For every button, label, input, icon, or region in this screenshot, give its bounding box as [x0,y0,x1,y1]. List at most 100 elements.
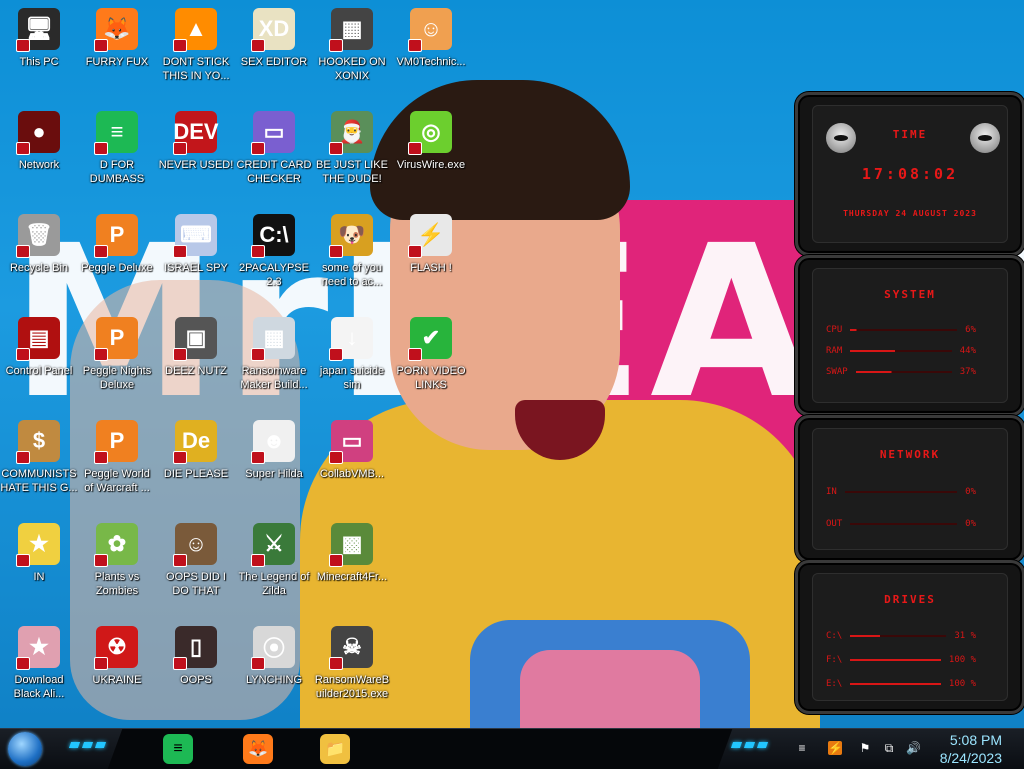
desktop-icon-collabvm[interactable]: ▭ CollabVMB... [313,416,391,516]
shortcut-badge-icon [251,348,265,361]
start-button[interactable] [8,732,42,766]
wallpaper-shirt-art2 [520,650,700,730]
desktop-icon-label: PORN VIDEO LINKS [396,365,466,391]
desktop-icon-peggle-world-of-warcraft[interactable]: P Peggle World of Warcraft ... [78,416,156,516]
desktop-icon-label: Plants vs Zombies [94,571,140,597]
desktop-icon-the-legend-of-zilda[interactable]: ⚔ The Legend of Zilda [235,519,313,619]
desktop-icon-label: 2PACALYPSE 2.3 [239,262,309,288]
desktop-icon-network[interactable]: ● Network [0,107,78,207]
desktop-icon-label: DIE PLEASE [163,468,229,480]
2pacalypse-icon: C:\ [251,214,295,258]
row-bar [855,371,952,373]
desktop-icon-label: Control Panel [5,365,73,377]
desktop-icon-peggle-nights-deluxe[interactable]: P Peggle Nights Deluxe [78,313,156,413]
desktop-icon-flash[interactable]: ⚡ FLASH ! [392,210,470,310]
shortcut-badge-icon [94,245,108,258]
shortcut-badge-icon [408,348,422,361]
desktop-icon-sex-editor[interactable]: XD SEX EDITOR [235,4,313,104]
desktop-icon-label: SEX EDITOR [240,56,308,68]
desktop-icon-ransomware-maker[interactable]: ▦ Ransomware Maker Build... [235,313,313,413]
desktop-icon-super-hilda[interactable]: ☻ Super Hilda [235,416,313,516]
volume-icon[interactable]: 🔊 [906,741,921,755]
never-used-icon: DEV [173,111,219,155]
row-label: E:\ [826,679,843,689]
desktop-icon-ukraine[interactable]: ☢ UKRAINE [78,622,156,722]
desktop-icon-deez-nutz[interactable]: ▣ DEEZ NUTZ [157,313,235,413]
system-widget-title: SYSTEM [884,288,936,301]
shortcut-badge-icon [173,554,187,567]
file-explorer-app[interactable]: 📁 [320,734,350,764]
row-label: IN [826,487,837,497]
desktop-icon-label: VirusWire.exe [396,159,466,171]
desktop-icon-oops-did-i-do-that[interactable]: ☺ OOPS DID I DO THAT [157,519,235,619]
d-for-dumbass-icon: ≡ [94,111,138,155]
row-label: RAM [826,346,843,356]
shortcut-badge-icon [408,142,422,155]
peggle-nights-deluxe-icon: P [94,317,138,361]
action-center-flag-icon[interactable]: ⚑ [858,741,872,755]
desktop-icon-label: Peggle Nights Deluxe [82,365,152,391]
shortcut-badge-icon [94,657,108,670]
desktop-icon-viruswire[interactable]: ◎ VirusWire.exe [392,107,470,207]
firefox-app[interactable]: 🦊 [243,734,273,764]
desktop-icon-d-for-dumbass[interactable]: ≡ D FOR DUMBASS [78,107,156,207]
desktop-icon-japan-suicide-sim[interactable]: ↓ japan suicide sim [313,313,391,413]
row-value: 31 % [954,631,976,641]
desktop-icon-star-butterfly[interactable]: ★ IN [0,519,78,619]
notepad-green-app[interactable]: ≡ [163,734,193,764]
row-label: SWAP [826,367,848,377]
taskbar-deco-left [68,742,114,750]
network-widget: NETWORK IN 0% OUT 0% [795,415,1024,563]
shortcut-badge-icon [173,348,187,361]
row-label: CPU [826,325,843,335]
desktop-icon-minecraft4fr[interactable]: ▩ Minecraft4Fr... [313,519,391,619]
desktop-icon-credit-card-checker[interactable]: ▭ CREDIT CARD CHECKER [235,107,313,207]
desktop-icon-this-pc[interactable]: 🖥 This PC [0,4,78,104]
tray-app-icon[interactable]: ⚡ [828,741,843,755]
desktop-icon-plants-vs-zombies[interactable]: ✿ Plants vs Zombies [78,519,156,619]
desktop-icon-die-please[interactable]: De DIE PLEASE [157,416,235,516]
desktop-icon-furry-fux[interactable]: 🦊 FURRY FUX [78,4,156,104]
desktop-icon-ransomware-builder-2015[interactable]: ☠ RansomWareBuilder2015.exe [313,622,391,722]
taskbar-time: 5:08 PM [949,732,1002,748]
die-please-icon: De [173,420,217,464]
desktop-icon-be-just-like-the-dude[interactable]: 🎅 BE JUST LIKE THE DUDE! [313,107,391,207]
desktop-icon-recycle-bin[interactable]: 🗑 Recycle Bin [0,210,78,310]
shortcut-badge-icon [16,245,30,258]
desktop-icon-dont-stick[interactable]: ▲ DONT STICK THIS IN YO... [157,4,235,104]
show-hidden-icons-icon[interactable]: ≡ [795,741,809,755]
desktop-icon-hooked-on-xonix[interactable]: ▦ HOOKED ON XONIX [313,4,391,104]
desktop-icon-some-of-you[interactable]: 🐶 some of you need to ac... [313,210,391,310]
desktop-icon-download-black-ali[interactable]: ★ Download Black Ali... [0,622,78,722]
desktop-icon-israel-spy[interactable]: ⌨ ISRAEL SPY [157,210,235,310]
desktop-icon-label: VM0Technic... [396,56,466,68]
net-row: IN 0% [826,487,976,497]
desktop-icon-label: HOOKED ON XONIX [318,56,386,82]
desktop-icon-peggle-deluxe[interactable]: P Peggle Deluxe [78,210,156,310]
shortcut-badge-icon [173,657,187,670]
desktop-icon-communists[interactable]: $ COMMUNISTS HATE THIS G... [0,416,78,516]
shortcut-badge-icon [94,142,108,155]
collabvm-icon: ▭ [329,420,373,464]
peggle-deluxe-icon: P [94,214,138,258]
shortcut-badge-icon [173,39,187,52]
desktop-icon-2pacalypse[interactable]: C:\ 2PACALYPSE 2.3 [235,210,313,310]
shortcut-badge-icon [329,142,343,155]
desktop-icon-label: CollabVMB... [319,468,385,480]
sex-editor-icon: XD [251,8,295,52]
taskbar-clock[interactable]: 5:08 PM 8/24/2023 [940,731,1002,767]
hooked-on-xonix-icon: ▦ [329,8,373,52]
row-bar [850,523,958,525]
time-widget-date: THURSDAY 24 AUGUST 2023 [843,209,977,218]
desktop-icon-lynching[interactable]: ⦿ LYNCHING [235,622,313,722]
desktop-icon-control-panel[interactable]: ▤ Control Panel [0,313,78,413]
shortcut-badge-icon [251,451,265,464]
desktop-icon-oops[interactable]: ▯ OOPS [157,622,235,722]
shortcut-badge-icon [329,39,343,52]
desktop-icon-vm0technic[interactable]: ☺ VM0Technic... [392,4,470,104]
desktop-icon-porn-video-links[interactable]: ✔ PORN VIDEO LINKS [392,313,470,413]
sys-row: RAM 44% [826,346,976,356]
network-icon[interactable]: ⧉ [882,741,896,755]
taskbar-app-strip [107,729,733,769]
desktop-icon-never-used[interactable]: DEV NEVER USED! [157,107,235,207]
